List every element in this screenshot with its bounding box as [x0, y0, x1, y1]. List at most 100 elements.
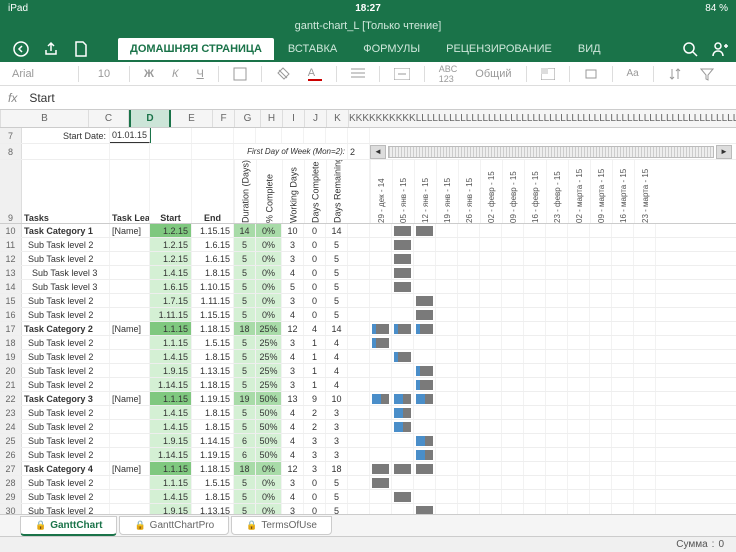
table-row[interactable]: 17Task Category 2[Name]1.1.151.18.151825… — [0, 322, 736, 336]
dr-cell[interactable]: 5 — [326, 476, 348, 489]
dr-cell[interactable]: 10 — [326, 392, 348, 405]
dr-cell[interactable]: 14 — [326, 322, 348, 335]
col-start[interactable]: Start — [150, 160, 192, 223]
spacer-cell[interactable] — [348, 462, 370, 475]
duration-cell[interactable]: 5 — [234, 350, 256, 363]
formula-bar[interactable]: fx Start — [0, 86, 736, 110]
dc-cell[interactable]: 0 — [304, 238, 326, 251]
date-col-11[interactable]: 16 - марта - 15 — [612, 160, 634, 223]
pct-cell[interactable]: 50% — [256, 448, 282, 461]
row-number[interactable]: 15 — [0, 294, 22, 307]
cell-styles-button[interactable] — [537, 66, 559, 82]
col-header-B[interactable]: B — [1, 110, 89, 127]
col-header-E[interactable]: E — [171, 110, 213, 127]
row-number[interactable]: 14 — [0, 280, 22, 293]
end-cell[interactable]: 1.8.15 — [192, 490, 234, 503]
spacer-cell[interactable] — [348, 434, 370, 447]
end-cell[interactable]: 1.8.15 — [192, 350, 234, 363]
task-cell[interactable]: Sub Task level 2 — [22, 476, 110, 489]
task-cell[interactable]: Sub Task level 2 — [22, 308, 110, 321]
pct-cell[interactable]: 0% — [256, 280, 282, 293]
spacer-cell[interactable] — [348, 280, 370, 293]
dc-cell[interactable]: 0 — [304, 476, 326, 489]
end-cell[interactable]: 1.8.15 — [192, 420, 234, 433]
table-row[interactable]: 18Sub Task level 21.1.151.5.15525%314 — [0, 336, 736, 350]
start-cell[interactable]: 1.14.15 — [150, 448, 192, 461]
date-col-2[interactable]: 12 - янв - 15 — [414, 160, 436, 223]
lead-cell[interactable] — [110, 266, 150, 279]
fill-color-button[interactable] — [272, 65, 294, 83]
date-col-4[interactable]: 26 - янв - 15 — [458, 160, 480, 223]
row-number[interactable]: 28 — [0, 476, 22, 489]
lead-cell[interactable] — [110, 280, 150, 293]
end-cell[interactable]: 1.8.15 — [192, 266, 234, 279]
start-cell[interactable]: 1.6.15 — [150, 280, 192, 293]
row-number[interactable]: 11 — [0, 238, 22, 251]
dr-cell[interactable]: 3 — [326, 406, 348, 419]
table-row[interactable]: 11Sub Task level 21.2.151.6.1550%305 — [0, 238, 736, 252]
dc-cell[interactable]: 4 — [304, 322, 326, 335]
end-cell[interactable]: 1.18.15 — [192, 462, 234, 475]
date-scroll-track[interactable] — [388, 146, 714, 158]
wd-cell[interactable]: 12 — [282, 462, 304, 475]
bold-button[interactable]: Ж — [140, 66, 158, 82]
duration-cell[interactable]: 5 — [234, 238, 256, 251]
date-col-9[interactable]: 02 - марта - 15 — [568, 160, 590, 223]
scroll-right-button[interactable]: ► — [716, 145, 732, 159]
file-icon[interactable] — [68, 38, 94, 60]
task-cell[interactable]: Sub Task level 2 — [22, 420, 110, 433]
table-row[interactable]: 25Sub Task level 21.9.151.14.15650%433 — [0, 434, 736, 448]
table-row[interactable]: 14Sub Task level 31.6.151.10.1550%505 — [0, 280, 736, 294]
share-user-icon[interactable] — [712, 41, 728, 57]
dc-cell[interactable]: 0 — [304, 490, 326, 503]
task-cell[interactable]: Sub Task level 3 — [22, 266, 110, 279]
col-lead[interactable]: Task Lead — [110, 160, 150, 223]
task-cell[interactable]: Sub Task level 2 — [22, 434, 110, 447]
date-col-6[interactable]: 09 - февр - 15 — [502, 160, 524, 223]
start-cell[interactable]: 1.4.15 — [150, 266, 192, 279]
spacer-cell[interactable] — [348, 322, 370, 335]
wd-cell[interactable]: 3 — [282, 238, 304, 251]
row-number[interactable]: 18 — [0, 336, 22, 349]
col-header-F[interactable]: F — [213, 110, 235, 127]
dc-cell[interactable]: 3 — [304, 448, 326, 461]
sheet-tab-GanttChart[interactable]: 🔒GanttChart — [20, 516, 117, 536]
end-cell[interactable]: 1.14.15 — [192, 434, 234, 447]
dr-cell[interactable]: 5 — [326, 294, 348, 307]
row-number[interactable]: 9 — [0, 160, 22, 223]
dc-cell[interactable]: 1 — [304, 350, 326, 363]
col-header-K[interactable]: K — [327, 110, 349, 127]
wd-cell[interactable]: 4 — [282, 490, 304, 503]
row-number[interactable]: 16 — [0, 308, 22, 321]
row-number[interactable]: 22 — [0, 392, 22, 405]
table-row[interactable]: 10Task Category 1[Name]1.2.151.15.15140%… — [0, 224, 736, 238]
wd-cell[interactable]: 10 — [282, 224, 304, 237]
back-icon[interactable] — [8, 38, 34, 60]
duration-cell[interactable]: 5 — [234, 420, 256, 433]
spacer-cell[interactable] — [348, 476, 370, 489]
date-col-12[interactable]: 23 - марта - 15 — [634, 160, 656, 223]
dc-cell[interactable]: 0 — [304, 308, 326, 321]
task-cell[interactable]: Task Category 3 — [22, 392, 110, 405]
lead-cell[interactable] — [110, 448, 150, 461]
pct-cell[interactable]: 0% — [256, 266, 282, 279]
duration-cell[interactable]: 5 — [234, 266, 256, 279]
col-pct[interactable]: % Complete — [256, 160, 282, 223]
font-size-selector[interactable]: 10 — [89, 66, 119, 82]
table-row[interactable]: 22Task Category 3[Name]1.1.151.19.151950… — [0, 392, 736, 406]
end-cell[interactable]: 1.15.15 — [192, 308, 234, 321]
pct-cell[interactable]: 50% — [256, 406, 282, 419]
task-cell[interactable]: Sub Task level 2 — [22, 350, 110, 363]
duration-cell[interactable]: 6 — [234, 434, 256, 447]
italic-button[interactable]: К — [168, 66, 182, 82]
wd-cell[interactable]: 3 — [282, 364, 304, 377]
wd-cell[interactable]: 12 — [282, 322, 304, 335]
lead-cell[interactable] — [110, 420, 150, 433]
dr-cell[interactable]: 5 — [326, 266, 348, 279]
duration-cell[interactable]: 5 — [234, 280, 256, 293]
date-col-5[interactable]: 02 - февр - 15 — [480, 160, 502, 223]
start-cell[interactable]: 1.9.15 — [150, 434, 192, 447]
pct-cell[interactable]: 0% — [256, 294, 282, 307]
number-format-selector[interactable]: Общий — [471, 66, 515, 82]
ribbon-tab-2[interactable]: ФОРМУЛЫ — [351, 38, 432, 60]
